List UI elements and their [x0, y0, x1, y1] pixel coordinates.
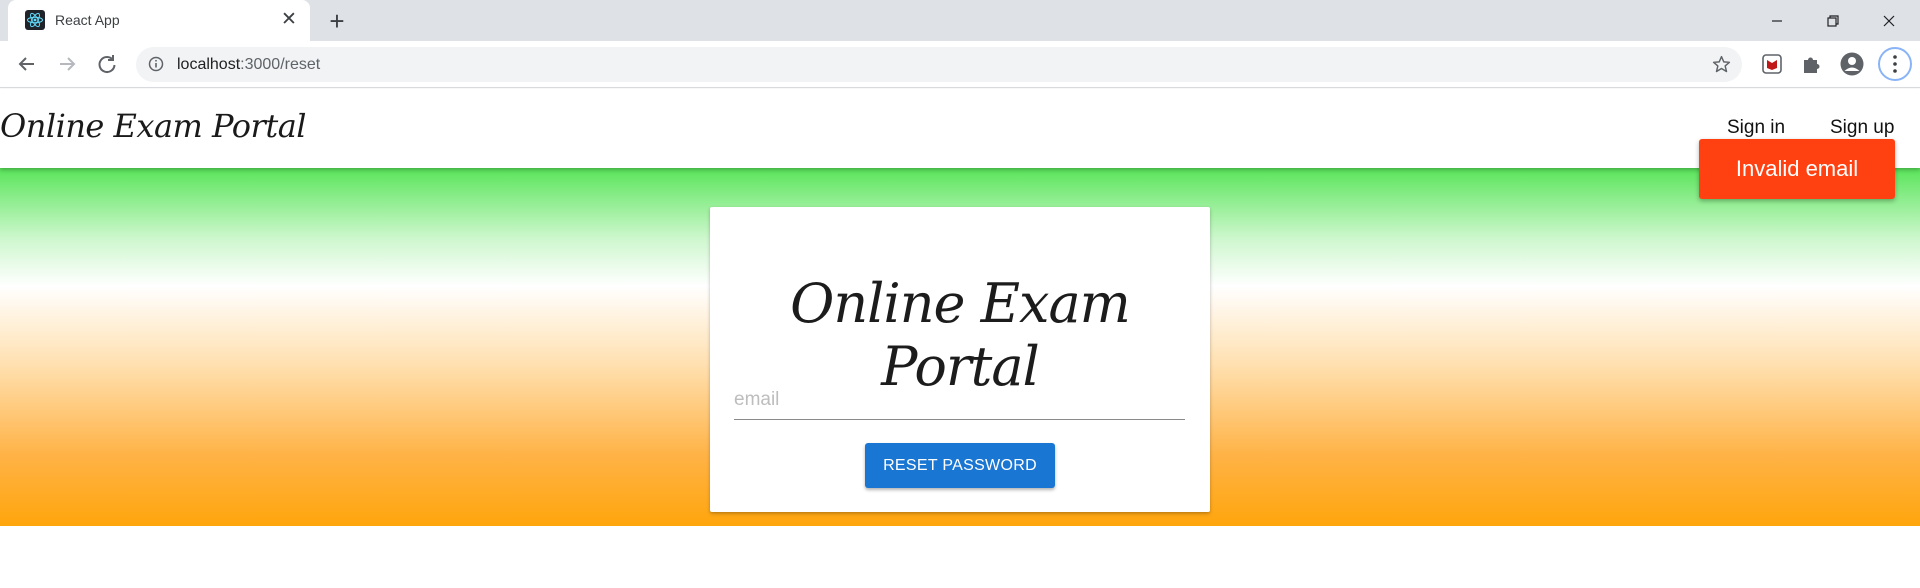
mcafee-extension-icon[interactable]: [1759, 51, 1785, 77]
sign-in-link[interactable]: Sign in: [1727, 117, 1785, 139]
extensions-puzzle-icon[interactable]: [1799, 51, 1825, 77]
forward-arrow-icon[interactable]: [54, 51, 80, 77]
minimize-icon[interactable]: [1762, 6, 1792, 36]
window-close-icon[interactable]: [1874, 6, 1904, 36]
brand-logo-text[interactable]: Online Exam Portal: [0, 107, 307, 145]
bookmark-star-icon[interactable]: [1711, 54, 1732, 75]
card-title: Online Exam Portal: [790, 272, 1131, 398]
reload-icon[interactable]: [94, 51, 120, 77]
back-arrow-icon[interactable]: [14, 51, 40, 77]
url-text: localhost:3000/reset: [177, 56, 321, 73]
app-bar: Online Exam Portal Sign in Sign up: [0, 89, 1920, 168]
sign-up-link[interactable]: Sign up: [1830, 117, 1894, 139]
error-toast[interactable]: Invalid email: [1699, 139, 1895, 199]
new-tab-icon[interactable]: +: [325, 8, 349, 34]
browser-tab[interactable]: React App ✕: [8, 0, 310, 41]
browser-toolbar: localhost:3000/reset: [0, 41, 1920, 88]
restore-icon[interactable]: [1818, 6, 1848, 36]
info-icon[interactable]: [148, 56, 164, 72]
browser-menu-icon[interactable]: [1878, 47, 1912, 81]
tab-close-icon[interactable]: ✕: [279, 10, 299, 30]
reset-password-button[interactable]: RESET PASSWORD: [865, 443, 1055, 488]
email-field[interactable]: [734, 382, 1185, 420]
react-icon: [25, 10, 45, 30]
tab-strip: React App ✕ +: [0, 0, 1920, 41]
address-bar[interactable]: localhost:3000/reset: [136, 47, 1742, 82]
profile-avatar-icon[interactable]: [1839, 51, 1865, 77]
reset-password-card: Online Exam Portal RESET PASSWORD: [710, 207, 1210, 512]
tab-title: React App: [55, 12, 120, 28]
